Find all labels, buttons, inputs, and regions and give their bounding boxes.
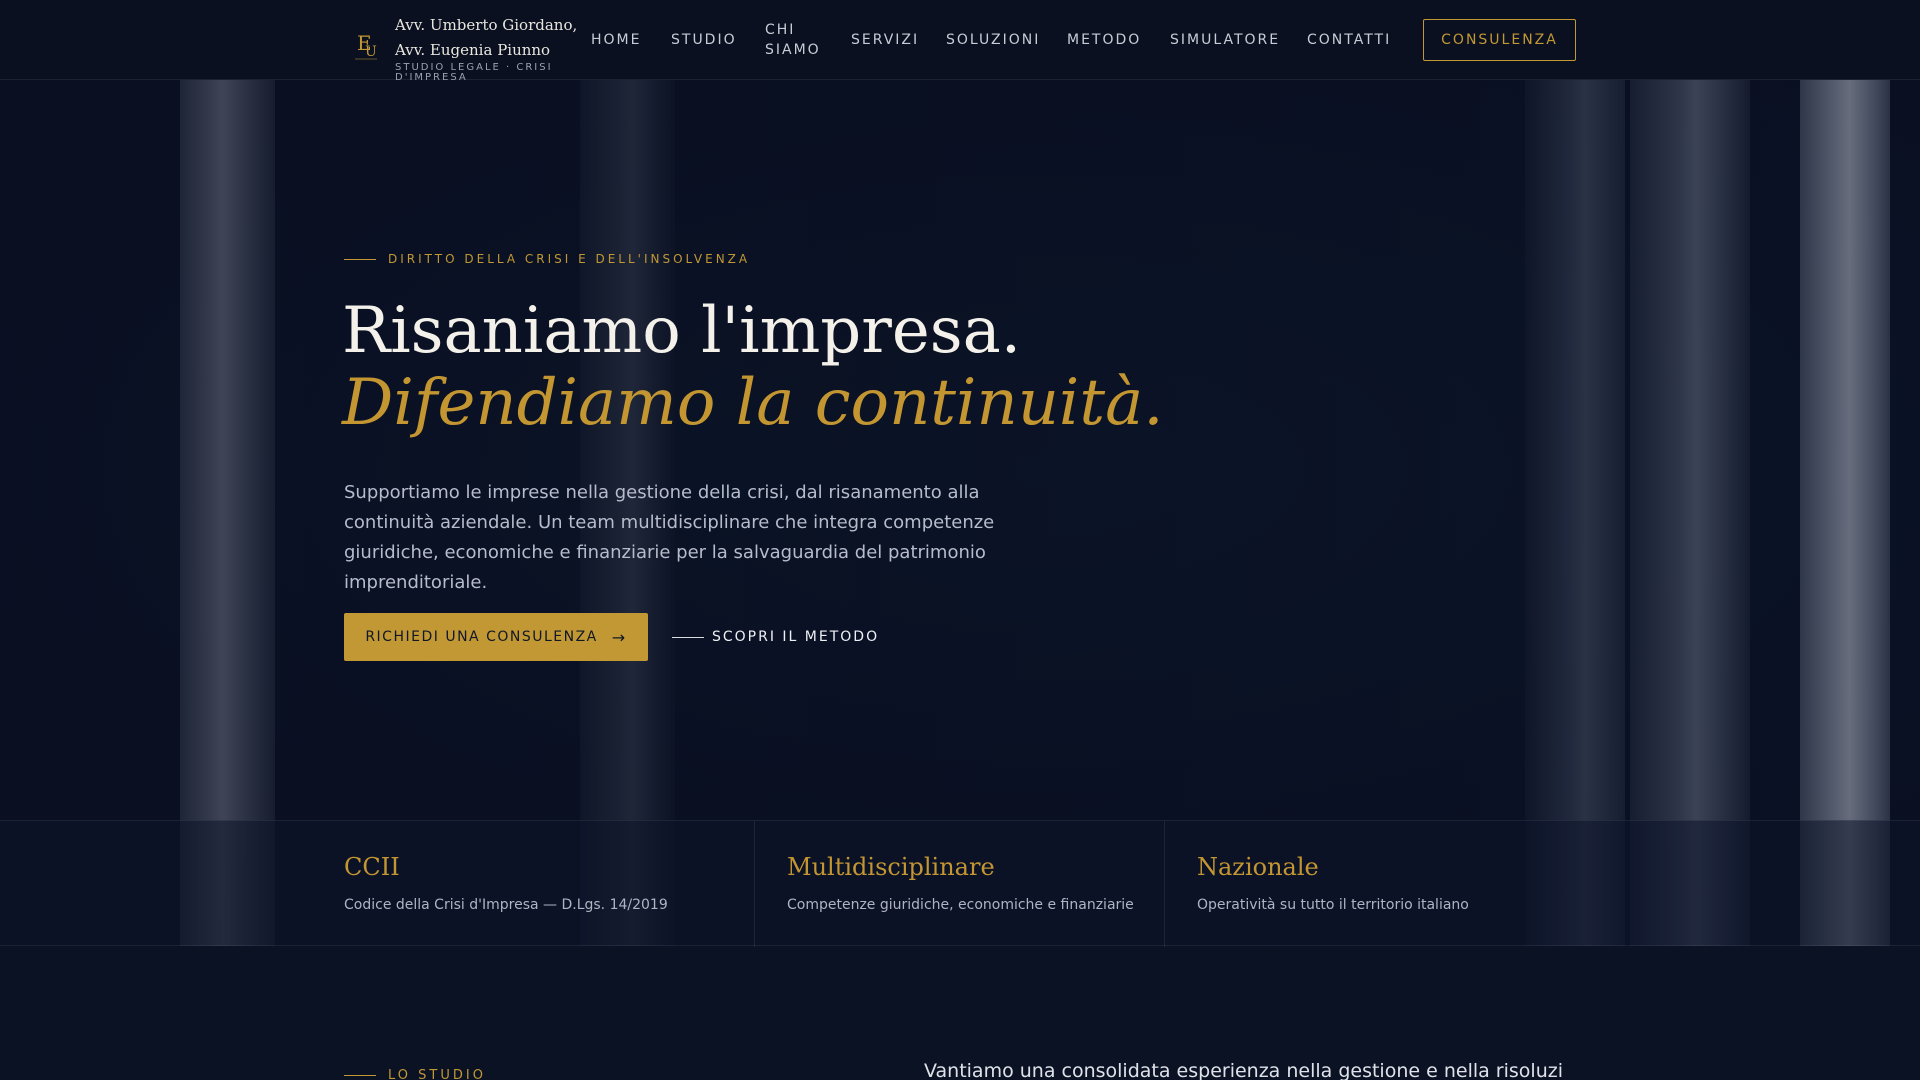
highlight-title: Nazionale [1197, 853, 1319, 881]
highlight-item: Nazionale Operatività su tutto il territ… [1164, 821, 1576, 947]
nav-servizi[interactable]: SERVIZI [851, 30, 919, 50]
logo-name-1: Avv. Umberto Giordano, [395, 16, 578, 34]
richiedi-consulenza-button[interactable]: RICHIEDI UNA CONSULENZA → [344, 613, 648, 661]
consulenza-button[interactable]: CONSULENZA [1423, 19, 1576, 61]
logo-monogram-icon: E U [355, 31, 377, 60]
link-line [672, 636, 704, 638]
highlight-description: Operatività su tutto il territorio itali… [1197, 897, 1469, 913]
nav-metodo[interactable]: METODO [1067, 30, 1141, 50]
studio-intro-text: Vantiamo una consolidata esperienza nell… [924, 1060, 1564, 1080]
logo-name-2: Avv. Eugenia Piunno [395, 41, 551, 59]
nav-chi-siamo[interactable]: CHI SIAMO [765, 20, 835, 60]
arrow-right-icon: → [611, 627, 627, 647]
scopri-metodo-link[interactable]: SCOPRI IL METODO [672, 628, 879, 646]
highlight-item: CCII Codice della Crisi d'Impresa — D.Lg… [344, 821, 754, 947]
logo-tagline: STUDIO LEGALE · CRISI D'IMPRESA [395, 62, 553, 83]
hero-title-accent: Difendiamo la continuità. [342, 366, 1164, 440]
nav-soluzioni[interactable]: SOLUZIONI [946, 30, 1040, 50]
nav-simulatore[interactable]: SIMULATORE [1170, 30, 1280, 50]
hero-eyebrow-text: DIRITTO DELLA CRISI E DELL'INSOLVENZA [388, 252, 751, 266]
highlight-title: Multidisciplinare [787, 853, 995, 881]
studio-eyebrow: LO STUDIO [344, 1066, 486, 1080]
logo[interactable]: E U Avv. Umberto Giordano, Avv. Eugenia … [345, 8, 577, 83]
studio-eyebrow-text: LO STUDIO [388, 1067, 486, 1080]
highlight-description: Codice della Crisi d'Impresa — D.Lgs. 14… [344, 897, 668, 913]
svg-text:U: U [365, 44, 377, 60]
site-header: E U Avv. Umberto Giordano, Avv. Eugenia … [0, 0, 1920, 83]
highlight-item: Multidisciplinare Competenze giuridiche,… [754, 821, 1164, 947]
hero-section: DIRITTO DELLA CRISI E DELL'INSOLVENZA Ri… [0, 80, 1920, 946]
nav-studio[interactable]: STUDIO [671, 30, 737, 50]
scopri-metodo-label: SCOPRI IL METODO [712, 629, 880, 645]
eyebrow-line [344, 1074, 376, 1076]
hero-eyebrow: DIRITTO DELLA CRISI E DELL'INSOLVENZA [344, 250, 750, 268]
hero-description: Supportiamo le imprese nella gestione de… [344, 482, 995, 593]
hero-title: Risaniamo l'impresa. [342, 294, 1022, 368]
eyebrow-line [344, 258, 376, 260]
nav-home[interactable]: HOME [591, 30, 641, 50]
nav-contatti[interactable]: CONTATTI [1307, 30, 1391, 50]
highlights-strip: CCII Codice della Crisi d'Impresa — D.Lg… [0, 820, 1920, 947]
highlight-description: Competenze giuridiche, economiche e fina… [787, 897, 1134, 913]
richiedi-consulenza-label: RICHIEDI UNA CONSULENZA [365, 629, 598, 645]
highlight-title: CCII [344, 853, 400, 881]
logo-names: Avv. Umberto Giordano, Avv. Eugenia Piun… [395, 13, 577, 63]
